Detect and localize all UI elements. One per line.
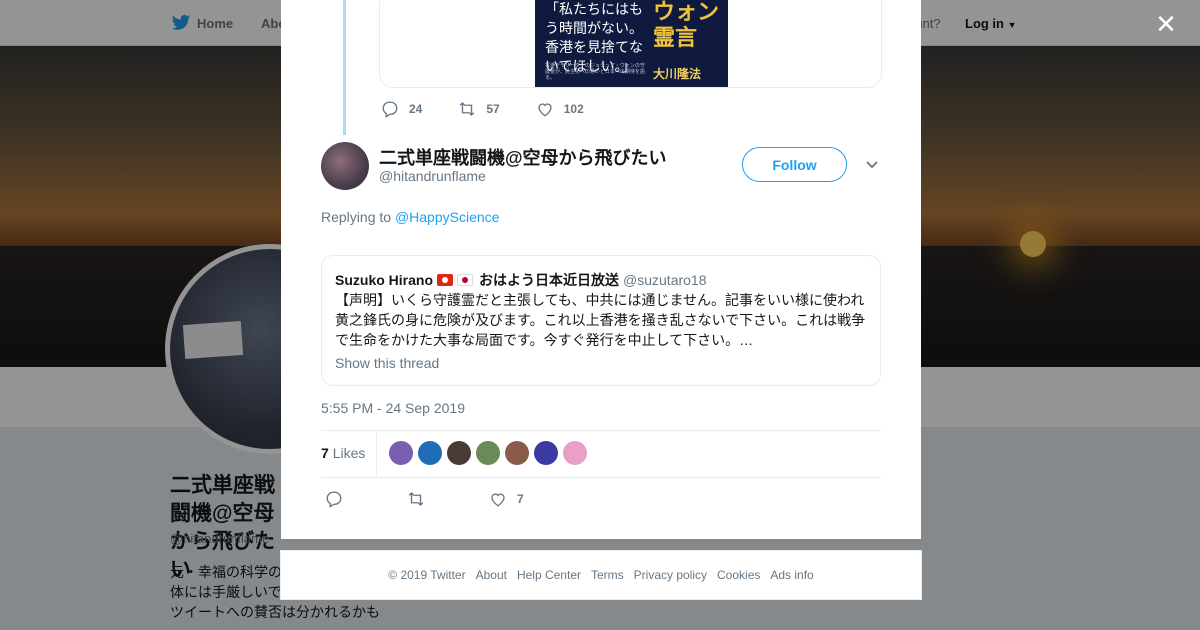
tweet-author-handle[interactable]: @hitandrunflame	[379, 168, 486, 184]
footer-link[interactable]: Cookies	[717, 568, 760, 582]
liker-avatar[interactable]	[563, 441, 587, 465]
divider	[321, 477, 881, 478]
thread-connector	[343, 0, 346, 135]
like-button[interactable]: 7	[489, 490, 524, 508]
reply-button[interactable]: 24	[381, 100, 422, 118]
retweet-button[interactable]: 57	[458, 100, 500, 118]
follow-button[interactable]: Follow	[742, 147, 847, 182]
retweet-icon	[408, 492, 424, 506]
liker-avatar[interactable]	[418, 441, 442, 465]
parent-tweet-media[interactable]: 「私たちにはもう時間がない。香港を見捨てないでほしい。」 ウォン霊言 香港デモリ…	[379, 0, 882, 88]
book-title: ウォン霊言	[653, 0, 720, 51]
tweet-modal: 「私たちにはもう時間がない。香港を見捨てないでほしい。」 ウォン霊言 香港デモリ…	[281, 0, 921, 539]
replying-to: Replying to @HappyScience	[321, 209, 499, 225]
liker-avatar[interactable]	[534, 441, 558, 465]
footer-link[interactable]: Terms	[591, 568, 624, 582]
likes-label: Likes	[332, 445, 366, 461]
replying-prefix: Replying to	[321, 209, 392, 225]
quoted-author-name: Suzuko Hirano	[335, 272, 434, 288]
tweet-timestamp[interactable]: 5:55 PM - 24 Sep 2019	[321, 400, 465, 416]
liker-avatar[interactable]	[447, 441, 471, 465]
quoted-author-handle: @suzutaro18	[623, 272, 707, 288]
reply-icon	[382, 101, 398, 118]
reply-count: 24	[409, 102, 423, 116]
show-thread-link[interactable]: Show this thread	[335, 355, 439, 371]
heart-icon	[491, 493, 505, 507]
quoted-author-name-suffix: おはよう日本近日放送	[479, 272, 620, 288]
book-small-text: 香港デモリーダーのジョシュア・ウォンの守護霊が、民主化への思いと日本への期待を語…	[545, 63, 645, 81]
reply-icon	[326, 491, 342, 508]
footer-link[interactable]: Ads info	[770, 568, 813, 582]
footer-link[interactable]: Privacy policy	[634, 568, 707, 582]
book-cover-image: 「私たちにはもう時間がない。香港を見捨てないでほしい。」 ウォン霊言 香港デモリ…	[535, 0, 728, 87]
quoted-tweet-header: Suzuko Hirano おはよう日本近日放送 @suzutaro18	[335, 270, 707, 290]
liker-avatar[interactable]	[389, 441, 413, 465]
book-author: 大川隆法	[653, 67, 702, 81]
likes-count: 7	[321, 445, 329, 461]
likes-summary[interactable]: 7 Likes	[321, 445, 365, 461]
replying-to-link[interactable]: @HappyScience	[395, 209, 500, 225]
retweet-icon	[460, 102, 475, 116]
japan-flag-icon	[457, 274, 474, 286]
chevron-down-icon[interactable]	[865, 158, 879, 172]
tweet-author-avatar[interactable]	[321, 142, 369, 190]
liker-avatar[interactable]	[476, 441, 500, 465]
retweet-count: 57	[486, 102, 500, 116]
retweet-button[interactable]	[407, 490, 435, 508]
quoted-tweet-text: 【声明】いくら守護霊だと主張しても、中共には通じません。記事をいい様に使われ黄之…	[335, 292, 866, 348]
close-icon[interactable]: ✕	[1154, 11, 1178, 37]
footer-link[interactable]: About	[476, 568, 507, 582]
divider	[321, 430, 881, 431]
heart-icon	[538, 103, 552, 117]
tweet-actions: 7	[325, 490, 560, 508]
liker-avatars	[389, 441, 592, 465]
hong-kong-flag-icon	[437, 274, 454, 286]
like-count: 102	[563, 102, 584, 116]
footer-copyright: © 2019 Twitter	[388, 568, 466, 582]
footer-links: © 2019 Twitter About Help Center Terms Priva…	[280, 550, 922, 600]
like-count: 7	[517, 492, 524, 506]
footer-link[interactable]: Help Center	[517, 568, 581, 582]
reply-button[interactable]	[325, 490, 353, 508]
likes-separator	[376, 431, 377, 477]
quoted-tweet[interactable]: Suzuko Hirano おはよう日本近日放送 @suzutaro18 【声明】い…	[321, 255, 881, 386]
liker-avatar[interactable]	[505, 441, 529, 465]
like-button[interactable]: 102	[536, 100, 584, 118]
tweet-author-name[interactable]: 二式単座戦闘機@空母から飛びたい	[379, 144, 667, 170]
parent-tweet-actions: 24 57 102	[381, 100, 620, 118]
